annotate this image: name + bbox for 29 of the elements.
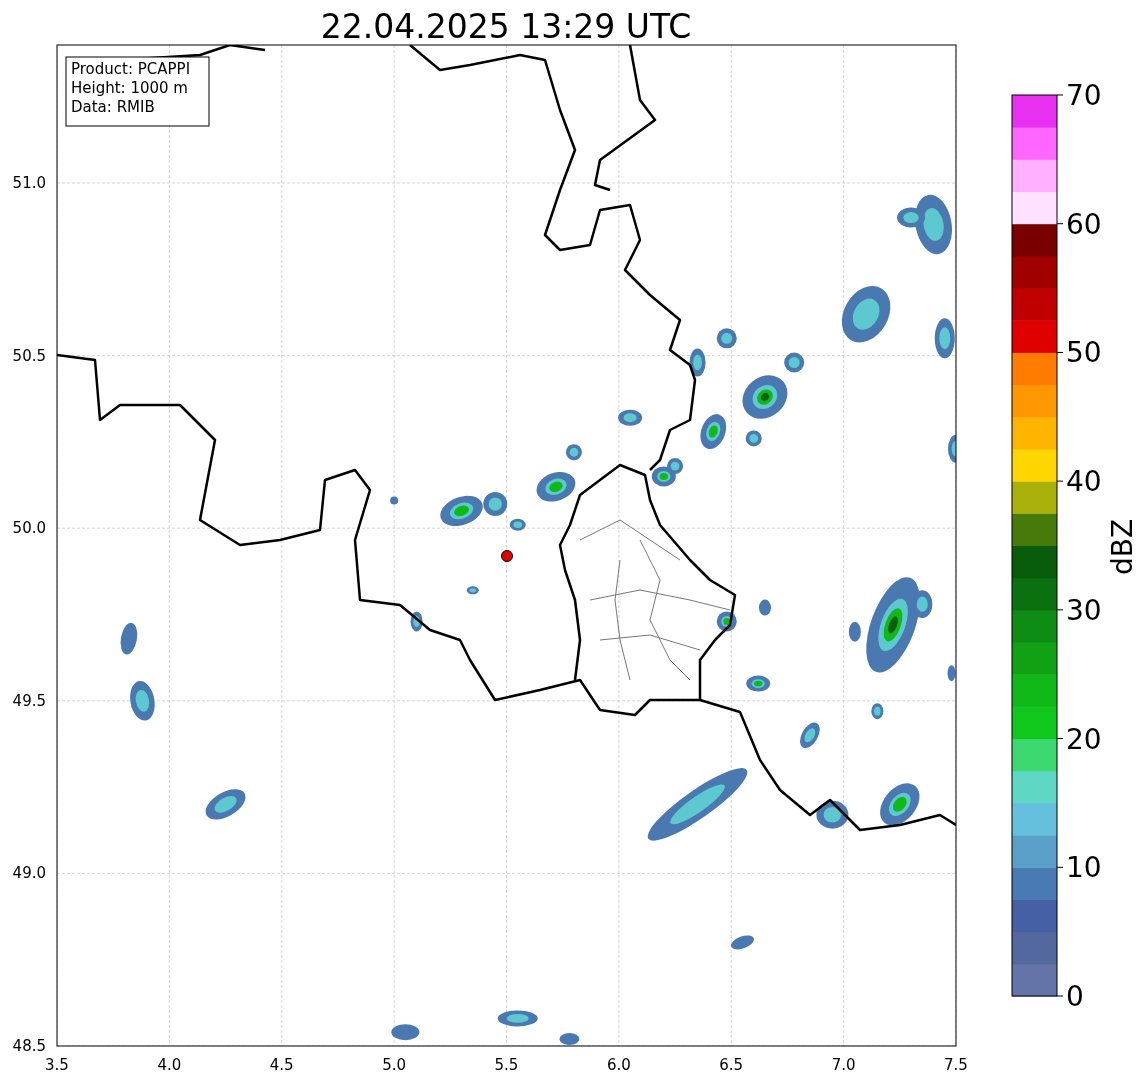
colorbar-axis-label: dBZ bbox=[1106, 518, 1139, 576]
axis-tick-label: 7.5 bbox=[944, 1056, 968, 1074]
axis-tick-label: 7.0 bbox=[831, 1056, 856, 1074]
axis-tick-label: 50.0 bbox=[12, 519, 46, 538]
axis-tick-label: 49.5 bbox=[12, 691, 46, 710]
colorbar-tick-label: 70 bbox=[1066, 79, 1102, 112]
radar-station-marker bbox=[501, 550, 513, 562]
info-text: Height: 1000 m bbox=[71, 79, 188, 97]
axis-tick-label: 4.0 bbox=[157, 1056, 182, 1074]
axis-tick-label: 6.5 bbox=[719, 1056, 744, 1074]
axis-tick-label: 4.5 bbox=[269, 1056, 294, 1074]
axis-tick-label: 50.5 bbox=[12, 346, 46, 365]
info-text: Product: PCAPPI bbox=[71, 60, 191, 78]
colorbar-tick-label: 20 bbox=[1066, 722, 1102, 756]
info-text: Data: RMIB bbox=[71, 98, 155, 116]
axis-tick-label: 48.5 bbox=[12, 1037, 46, 1055]
axis-tick-label: 6.0 bbox=[606, 1056, 631, 1074]
colorbar-tick-label: 60 bbox=[1066, 207, 1102, 241]
axis-tick-label: 49.0 bbox=[12, 864, 46, 883]
colorbar-tick-label: 50 bbox=[1066, 336, 1102, 370]
axis-tick-label: 3.5 bbox=[45, 1056, 69, 1074]
axis-tick-label: 51.0 bbox=[12, 174, 46, 192]
colorbar-tick-label: 40 bbox=[1066, 465, 1102, 499]
chart-title: 22.04.2025 13:29 UTC bbox=[320, 7, 692, 46]
axis-tick-label: 5.5 bbox=[494, 1056, 519, 1074]
colorbar-tick-label: 0 bbox=[1066, 980, 1084, 1013]
axis-tick-label: 5.0 bbox=[382, 1056, 407, 1074]
colorbar-tick-label: 30 bbox=[1066, 593, 1102, 627]
colorbar-tick-label: 10 bbox=[1066, 851, 1102, 885]
